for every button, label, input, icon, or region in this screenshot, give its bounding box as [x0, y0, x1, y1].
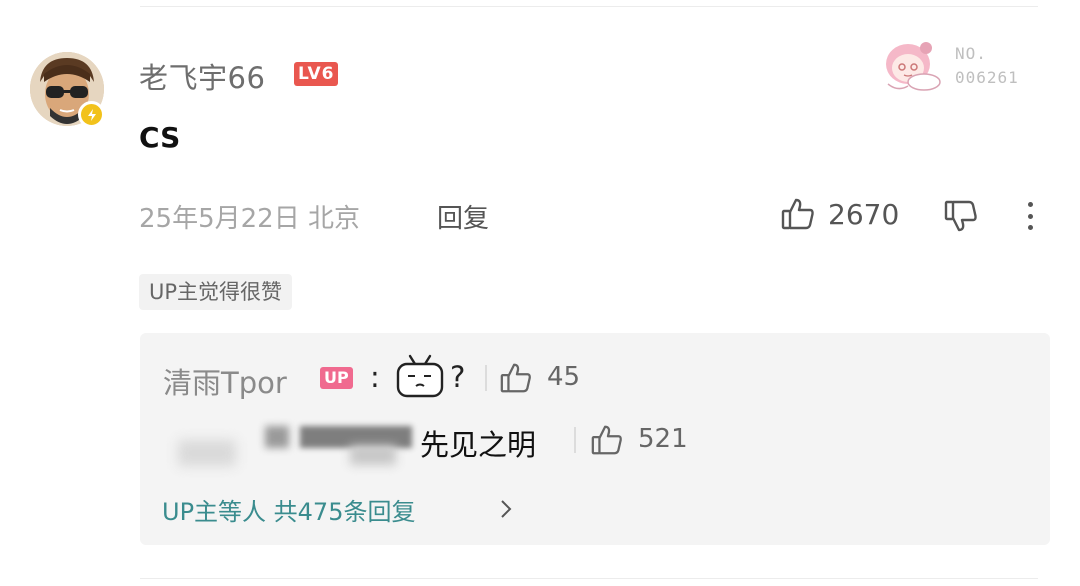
reply-text: 先见之明	[420, 428, 537, 462]
reply-like-count: 45	[547, 362, 581, 392]
censored-name	[265, 426, 289, 448]
reply-like-count: 521	[638, 424, 688, 454]
more-vertical-icon[interactable]	[1018, 198, 1042, 234]
reply-button[interactable]: 回复	[437, 198, 489, 235]
reply-author-name[interactable]: 清雨Tpor	[163, 360, 287, 402]
pendant-no-label: NO.	[955, 44, 987, 63]
separator	[574, 427, 576, 453]
tv-emoji-icon	[393, 352, 447, 400]
pendant-number: 006261	[955, 68, 1019, 87]
censored-name	[178, 440, 236, 466]
censored-name	[350, 445, 396, 465]
like-count: 2670	[828, 198, 900, 231]
thumbs-up-icon[interactable]	[780, 196, 816, 232]
reply-colon: :	[370, 360, 380, 394]
bottom-divider	[140, 578, 1038, 579]
up-badge: UP	[320, 367, 353, 389]
username[interactable]: 老飞宇66	[139, 55, 265, 97]
thumbs-down-icon[interactable]	[943, 198, 979, 234]
reply-question-mark: ?	[450, 360, 466, 394]
separator	[485, 365, 487, 391]
up-liked-tag: UP主觉得很赞	[139, 274, 293, 310]
chevron-right-icon[interactable]	[499, 499, 513, 519]
lightning-badge-icon	[78, 101, 105, 128]
level-badge: LV6	[294, 62, 339, 86]
thumbs-up-icon[interactable]	[499, 361, 533, 395]
pendant-icon	[878, 36, 948, 96]
top-divider	[140, 6, 1038, 7]
comment-text: CS	[139, 121, 181, 154]
thumbs-up-icon[interactable]	[590, 423, 624, 457]
date-location: 25年5月22日 北京	[139, 204, 360, 234]
view-more-replies-link[interactable]: UP主等人 共475条回复	[162, 492, 415, 527]
